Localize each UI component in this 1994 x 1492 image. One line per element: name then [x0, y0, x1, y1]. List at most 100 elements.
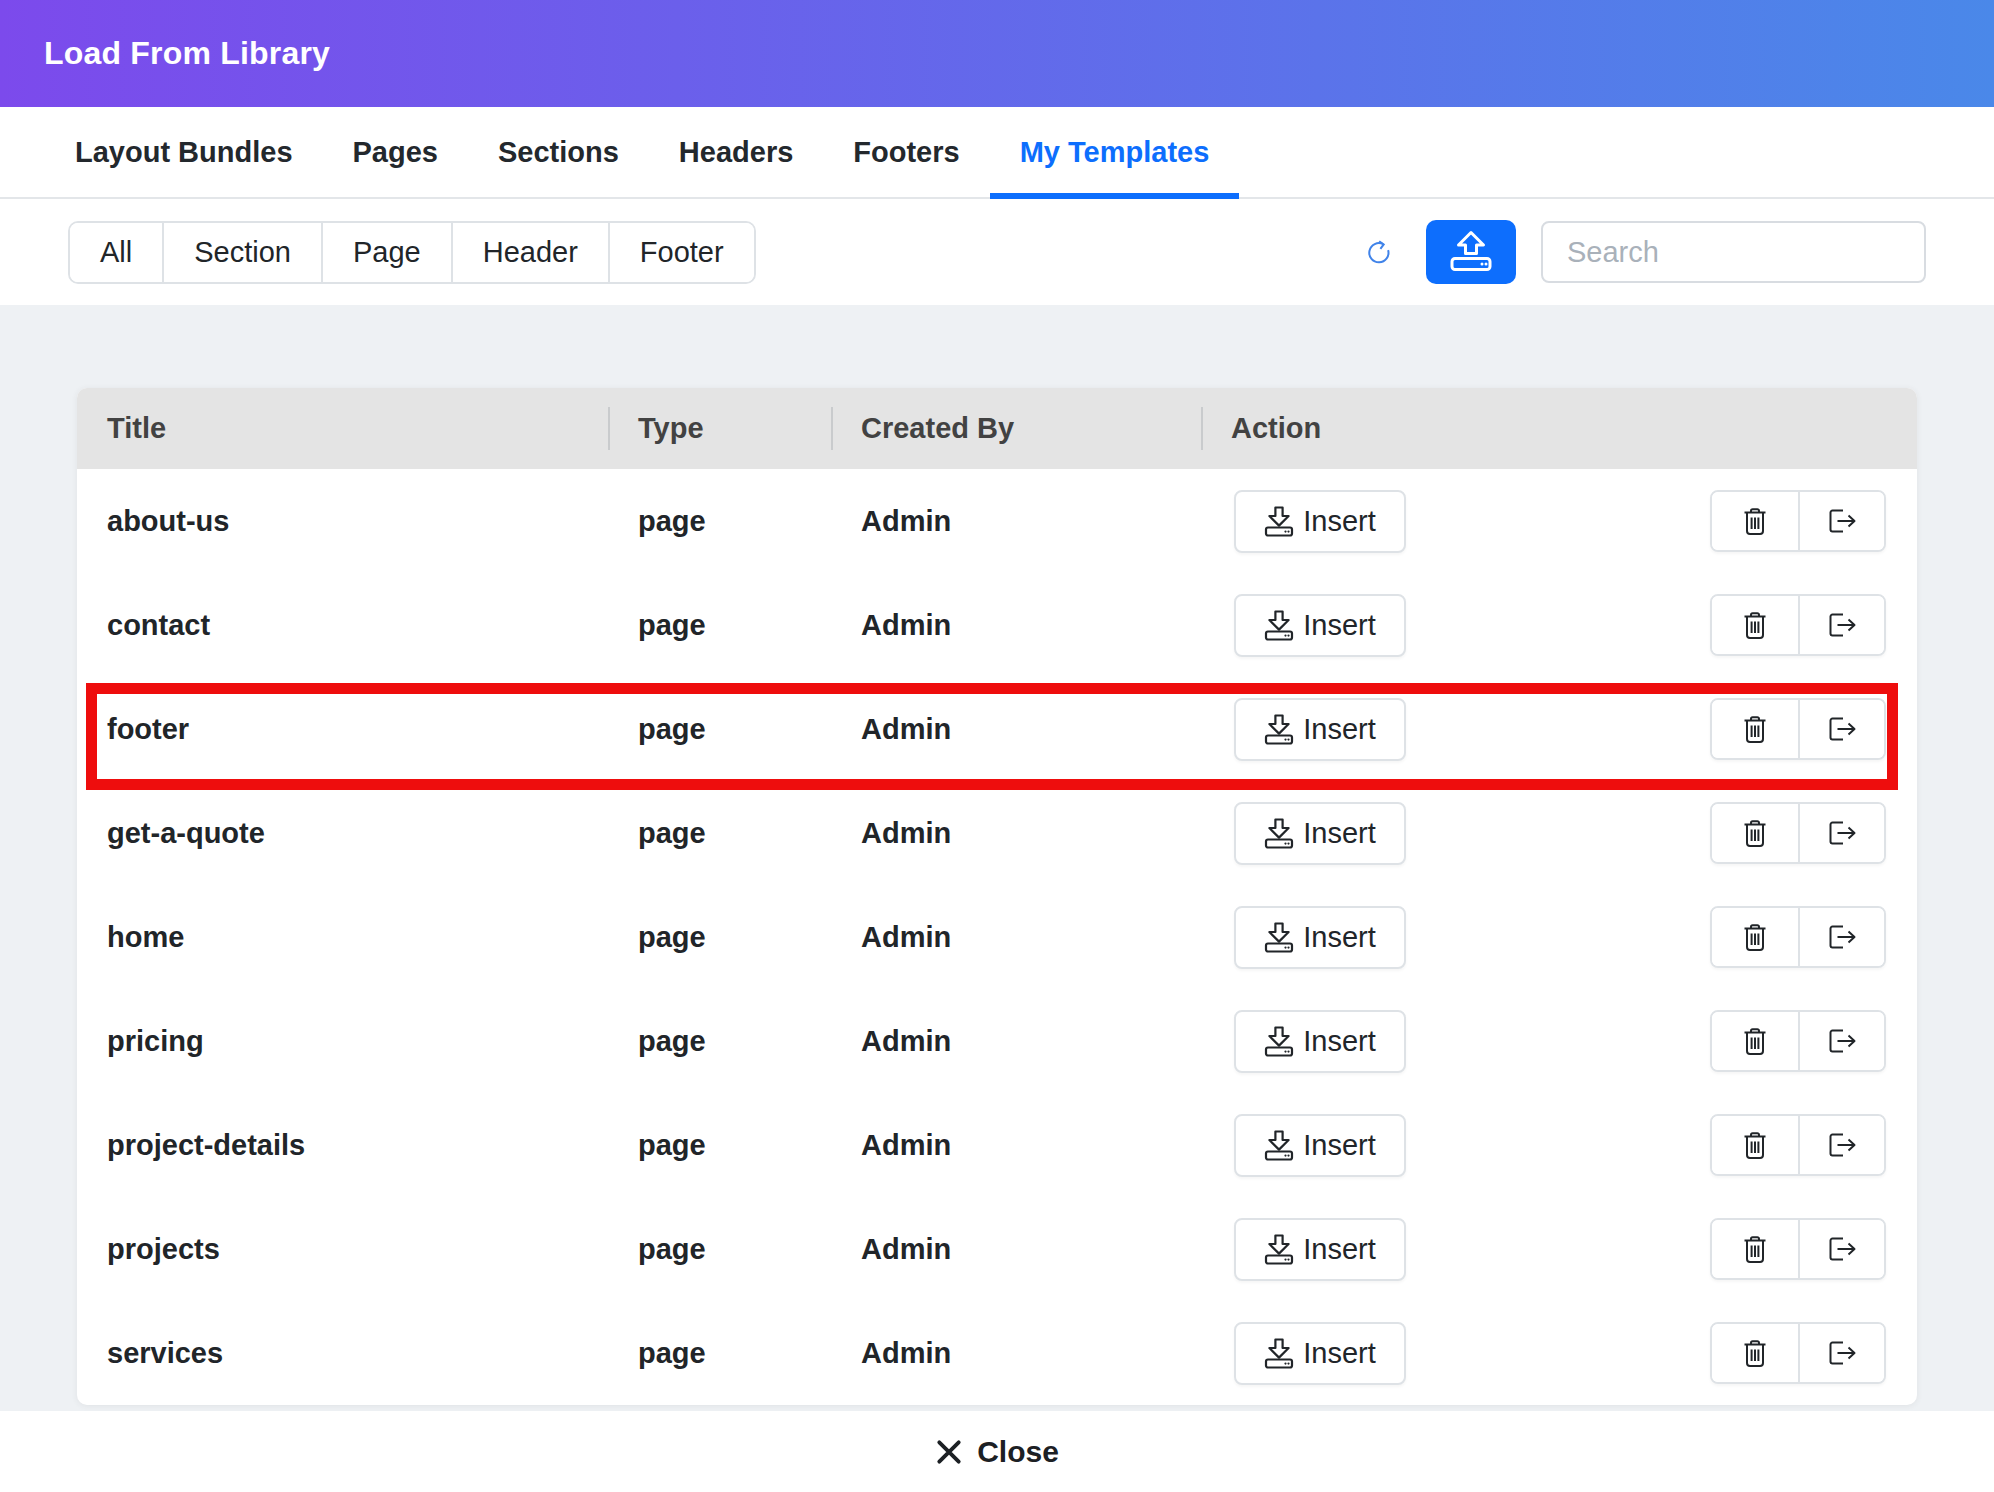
tab-headers[interactable]: Headers: [649, 107, 823, 197]
table-body: about-us page Admin Insert: [77, 469, 1917, 1405]
insert-button-label: Insert: [1303, 713, 1376, 746]
row-actions: Insert: [1201, 781, 1917, 885]
row-icon-buttons: [1710, 698, 1886, 760]
insert-button-label: Insert: [1303, 921, 1376, 954]
row-actions: Insert: [1201, 1197, 1917, 1301]
export-button[interactable]: [1798, 1116, 1884, 1174]
row-actions: Insert: [1201, 1093, 1917, 1197]
row-actions: Insert: [1201, 573, 1917, 677]
delete-button[interactable]: [1712, 908, 1798, 966]
insert-icon: [1264, 1234, 1294, 1265]
table-row: project-details page Admin Insert: [77, 1093, 1917, 1197]
modal-footer: Close: [0, 1411, 1994, 1492]
insert-icon: [1264, 610, 1294, 641]
insert-icon: [1264, 818, 1294, 849]
insert-button[interactable]: Insert: [1234, 1218, 1406, 1281]
row-actions: Insert: [1201, 989, 1917, 1093]
export-button[interactable]: [1798, 1220, 1884, 1278]
row-type: page: [608, 781, 831, 885]
row-icon-buttons: [1710, 1010, 1886, 1072]
trash-icon: [1743, 1131, 1767, 1160]
table-row: home page Admin Insert: [77, 885, 1917, 989]
insert-button[interactable]: Insert: [1234, 906, 1406, 969]
export-icon: [1829, 925, 1856, 949]
row-title: about-us: [77, 469, 608, 573]
row-created-by: Admin: [831, 1093, 1201, 1197]
row-type: page: [608, 677, 831, 781]
export-button[interactable]: [1798, 908, 1884, 966]
close-button[interactable]: Close: [977, 1435, 1059, 1469]
row-created-by: Admin: [831, 885, 1201, 989]
insert-button[interactable]: Insert: [1234, 1322, 1406, 1385]
delete-button[interactable]: [1712, 804, 1798, 862]
delete-button[interactable]: [1712, 1116, 1798, 1174]
column-header-action: Action: [1201, 388, 1917, 469]
column-header-created-by: Created By: [831, 388, 1201, 469]
tab-footers[interactable]: Footers: [823, 107, 989, 197]
insert-button[interactable]: Insert: [1234, 698, 1406, 761]
tab-my-templates[interactable]: My Templates: [990, 107, 1240, 197]
insert-button-label: Insert: [1303, 1129, 1376, 1162]
refresh-icon[interactable]: [1365, 239, 1392, 266]
delete-button[interactable]: [1712, 700, 1798, 758]
row-icon-buttons: [1710, 1322, 1886, 1384]
upload-button[interactable]: [1426, 220, 1516, 284]
export-icon: [1829, 717, 1856, 741]
insert-button[interactable]: Insert: [1234, 594, 1406, 657]
export-icon: [1829, 1237, 1856, 1261]
insert-button[interactable]: Insert: [1234, 1114, 1406, 1177]
insert-icon: [1264, 714, 1294, 745]
table-row: services page Admin Insert: [77, 1301, 1917, 1405]
row-created-by: Admin: [831, 781, 1201, 885]
delete-button[interactable]: [1712, 1220, 1798, 1278]
row-type: page: [608, 885, 831, 989]
export-button[interactable]: [1798, 700, 1884, 758]
delete-button[interactable]: [1712, 1324, 1798, 1382]
content-area: Title Type Created By Action about-us pa…: [0, 305, 1994, 1411]
filter-header-button[interactable]: Header: [451, 223, 608, 282]
filter-all-button[interactable]: All: [70, 223, 162, 282]
row-type: page: [608, 989, 831, 1093]
trash-icon: [1743, 1235, 1767, 1264]
insert-icon: [1264, 506, 1294, 537]
column-header-type: Type: [608, 388, 831, 469]
export-button[interactable]: [1798, 1324, 1884, 1382]
tab-layout-bundles[interactable]: Layout Bundles: [45, 107, 323, 197]
insert-button[interactable]: Insert: [1234, 802, 1406, 865]
insert-icon: [1264, 1338, 1294, 1369]
row-title: project-details: [77, 1093, 608, 1197]
row-title: get-a-quote: [77, 781, 608, 885]
tab-sections[interactable]: Sections: [468, 107, 649, 197]
delete-button[interactable]: [1712, 1012, 1798, 1070]
close-icon[interactable]: [935, 1438, 963, 1466]
export-button[interactable]: [1798, 804, 1884, 862]
export-icon: [1829, 1029, 1856, 1053]
export-button[interactable]: [1798, 596, 1884, 654]
tab-bar: Layout Bundles Pages Sections Headers Fo…: [0, 107, 1994, 199]
export-icon: [1829, 1341, 1856, 1365]
row-type: page: [608, 1301, 831, 1405]
row-icon-buttons: [1710, 1114, 1886, 1176]
search-input[interactable]: [1541, 221, 1926, 283]
export-button[interactable]: [1798, 492, 1884, 550]
filter-page-button[interactable]: Page: [321, 223, 451, 282]
insert-icon: [1264, 922, 1294, 953]
insert-button[interactable]: Insert: [1234, 1010, 1406, 1073]
filter-footer-button[interactable]: Footer: [608, 223, 754, 282]
row-title: contact: [77, 573, 608, 677]
row-title: footer: [77, 677, 608, 781]
trash-icon: [1743, 1027, 1767, 1056]
insert-icon: [1264, 1026, 1294, 1057]
insert-button[interactable]: Insert: [1234, 490, 1406, 553]
export-button[interactable]: [1798, 1012, 1884, 1070]
upload-icon: [1450, 230, 1492, 274]
delete-button[interactable]: [1712, 492, 1798, 550]
row-icon-buttons: [1710, 802, 1886, 864]
row-actions: Insert: [1201, 677, 1917, 781]
filter-section-button[interactable]: Section: [162, 223, 321, 282]
row-title: home: [77, 885, 608, 989]
tab-pages[interactable]: Pages: [323, 107, 468, 197]
table-row: footer page Admin Insert: [77, 677, 1917, 781]
delete-button[interactable]: [1712, 596, 1798, 654]
row-created-by: Admin: [831, 1197, 1201, 1301]
